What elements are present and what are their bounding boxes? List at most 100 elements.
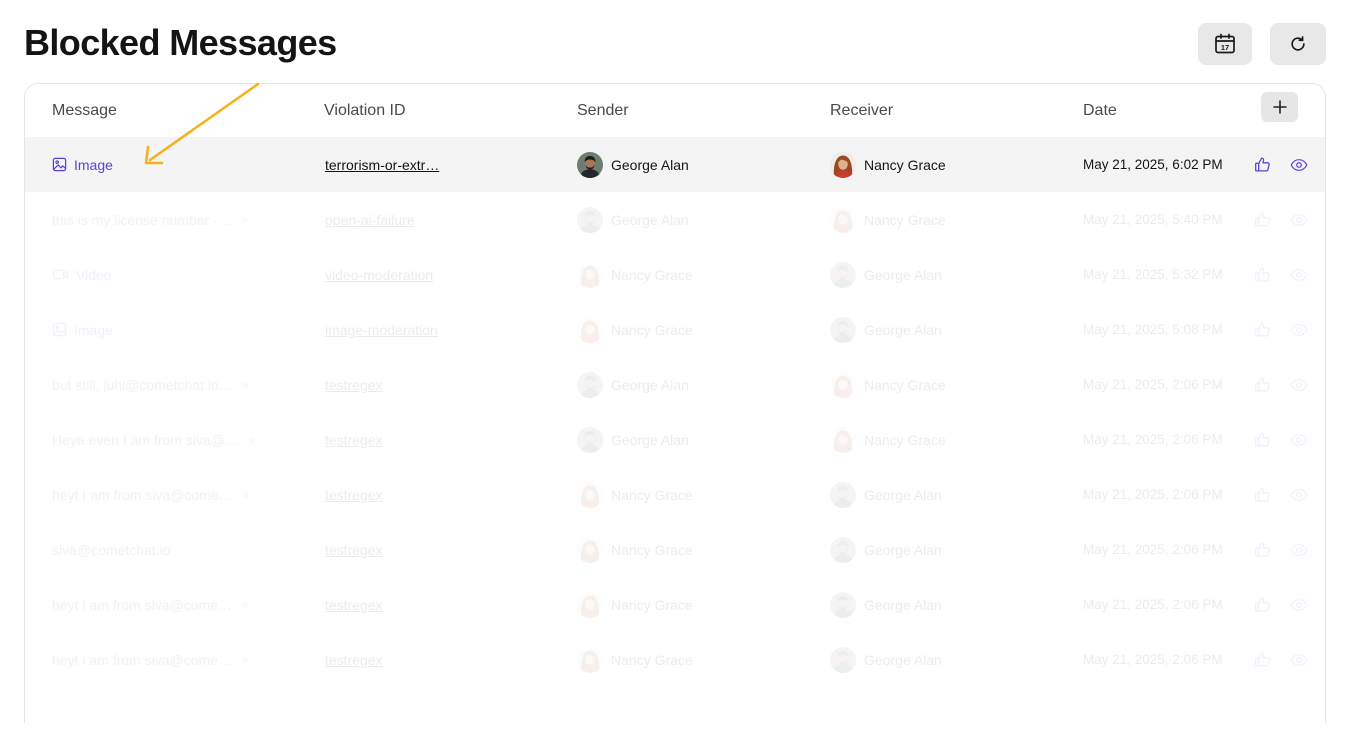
receiver-name: Nancy Grace	[864, 376, 946, 393]
message-date: May 21, 2025, 2:06 PM	[1083, 487, 1223, 502]
receiver-avatar	[830, 371, 856, 398]
date-filter-button[interactable]: 17	[1198, 23, 1252, 65]
approve-button[interactable]	[1251, 137, 1273, 192]
add-column-button[interactable]	[1261, 92, 1298, 122]
sender-avatar	[577, 426, 603, 453]
violation-id-link[interactable]: image-moderation	[325, 322, 438, 338]
message-cell: heyt i am from siva@come… »	[52, 632, 302, 687]
message-preview[interactable]: Image	[74, 322, 113, 338]
sender-cell: Nancy Grace	[577, 577, 807, 632]
receiver-cell: George Alan	[830, 467, 1060, 522]
column-header-message: Message	[52, 102, 117, 119]
sender-avatar	[577, 316, 603, 343]
violation-id-cell: testregex	[325, 412, 555, 467]
table-row[interactable]: Heya even I am from siva@… » testregex Geor…	[25, 412, 1325, 467]
receiver-avatar	[830, 261, 856, 288]
violation-id-cell: terrorism-or-extr…	[325, 137, 555, 192]
violation-id-link[interactable]: terrorism-or-extr…	[325, 157, 439, 173]
expand-message-icon[interactable]: »	[242, 377, 249, 392]
date-cell: May 21, 2025, 5:08 PM	[1083, 302, 1243, 357]
message-preview: this is my license number -…	[52, 211, 232, 228]
expand-message-icon[interactable]: »	[241, 652, 248, 667]
expand-message-icon[interactable]: »	[241, 212, 248, 227]
table-row[interactable]: heyt i am from siva@come… » testregex Nancy…	[25, 577, 1325, 632]
approve-button[interactable]	[1251, 247, 1273, 302]
view-button[interactable]	[1288, 137, 1310, 192]
view-button[interactable]	[1288, 412, 1310, 467]
violation-id-cell: video-moderation	[325, 247, 555, 302]
violation-id-link[interactable]: testregex	[325, 597, 383, 613]
message-cell: heyt I am from siva@come… »	[52, 467, 302, 522]
approve-button[interactable]	[1251, 357, 1273, 412]
expand-message-icon[interactable]: »	[241, 597, 248, 612]
violation-id-link[interactable]: testregex	[325, 652, 383, 668]
table-row[interactable]: but still, juhi@cometchat.io… » testregex G…	[25, 357, 1325, 412]
date-cell: May 21, 2025, 5:40 PM	[1083, 192, 1243, 247]
message-date: May 21, 2025, 2:06 PM	[1083, 652, 1223, 667]
table-row[interactable]: Image terrorism-or-extr… George Alan Nancy …	[25, 137, 1325, 192]
view-button[interactable]	[1288, 522, 1310, 577]
approve-button[interactable]	[1251, 522, 1273, 577]
message-preview[interactable]: Image	[74, 157, 113, 173]
receiver-avatar	[830, 481, 856, 508]
video-icon	[52, 269, 69, 280]
violation-id-cell: testregex	[325, 577, 555, 632]
message-date: May 21, 2025, 5:40 PM	[1083, 212, 1223, 227]
table-row[interactable]: heyt i am from siva@come… » testregex Nancy…	[25, 632, 1325, 687]
receiver-avatar	[830, 591, 856, 618]
eye-icon	[1290, 158, 1308, 171]
receiver-name: George Alan	[864, 651, 942, 668]
violation-id-link[interactable]: testregex	[325, 542, 383, 558]
view-button[interactable]	[1288, 577, 1310, 632]
date-cell: May 21, 2025, 2:06 PM	[1083, 357, 1243, 412]
view-button[interactable]	[1288, 632, 1310, 687]
expand-message-icon[interactable]: »	[242, 487, 249, 502]
view-button[interactable]	[1288, 357, 1310, 412]
sender-name: George Alan	[611, 211, 689, 228]
column-header-violation-id: Violation ID	[324, 102, 406, 119]
approve-button[interactable]	[1251, 467, 1273, 522]
message-preview: but still, juhi@cometchat.io…	[52, 376, 233, 393]
approve-button[interactable]	[1251, 412, 1273, 467]
view-button[interactable]	[1288, 192, 1310, 247]
message-preview: siva@cometchat.io	[52, 541, 171, 558]
sender-cell: George Alan	[577, 192, 807, 247]
violation-id-link[interactable]: video-moderation	[325, 267, 433, 283]
message-cell: Video	[52, 247, 302, 302]
approve-button[interactable]	[1251, 577, 1273, 632]
view-button[interactable]	[1288, 302, 1310, 357]
eye-icon	[1290, 488, 1308, 501]
table-row[interactable]: heyt I am from siva@come… » testregex Nancy…	[25, 467, 1325, 522]
view-button[interactable]	[1288, 247, 1310, 302]
message-date: May 21, 2025, 5:32 PM	[1083, 267, 1223, 282]
violation-id-link[interactable]: testregex	[325, 377, 383, 393]
violation-id-link[interactable]: testregex	[325, 432, 383, 448]
thumbs-up-icon	[1254, 597, 1270, 612]
approve-button[interactable]	[1251, 192, 1273, 247]
thumbs-up-icon	[1254, 377, 1270, 392]
sender-name: George Alan	[611, 156, 689, 173]
violation-id-cell: open-ai-failure	[325, 192, 555, 247]
violation-id-link[interactable]: open-ai-failure	[325, 212, 415, 228]
sender-name: George Alan	[611, 376, 689, 393]
message-date: May 21, 2025, 5:08 PM	[1083, 322, 1223, 337]
message-date: May 21, 2025, 2:06 PM	[1083, 377, 1223, 392]
expand-message-icon[interactable]: »	[248, 432, 255, 447]
violation-id-link[interactable]: testregex	[325, 487, 383, 503]
refresh-button[interactable]	[1270, 23, 1326, 65]
approve-button[interactable]	[1251, 632, 1273, 687]
table-row[interactable]: siva@cometchat.io testregex Nancy Grace Geo…	[25, 522, 1325, 577]
approve-button[interactable]	[1251, 302, 1273, 357]
sender-avatar	[577, 591, 603, 618]
table-row[interactable]: this is my license number -… » open-ai-fai…	[25, 192, 1325, 247]
receiver-name: George Alan	[864, 321, 942, 338]
table-row[interactable]: Image image-moderation Nancy Grace George A…	[25, 302, 1325, 357]
view-button[interactable]	[1288, 467, 1310, 522]
refresh-icon	[1291, 36, 1305, 51]
receiver-avatar	[830, 151, 856, 178]
message-preview[interactable]: Video	[76, 267, 112, 283]
receiver-name: Nancy Grace	[864, 156, 946, 173]
message-date: May 21, 2025, 2:06 PM	[1083, 597, 1223, 612]
table-row[interactable]: Video video-moderation Nancy Grace George A…	[25, 247, 1325, 302]
sender-avatar	[577, 646, 603, 673]
